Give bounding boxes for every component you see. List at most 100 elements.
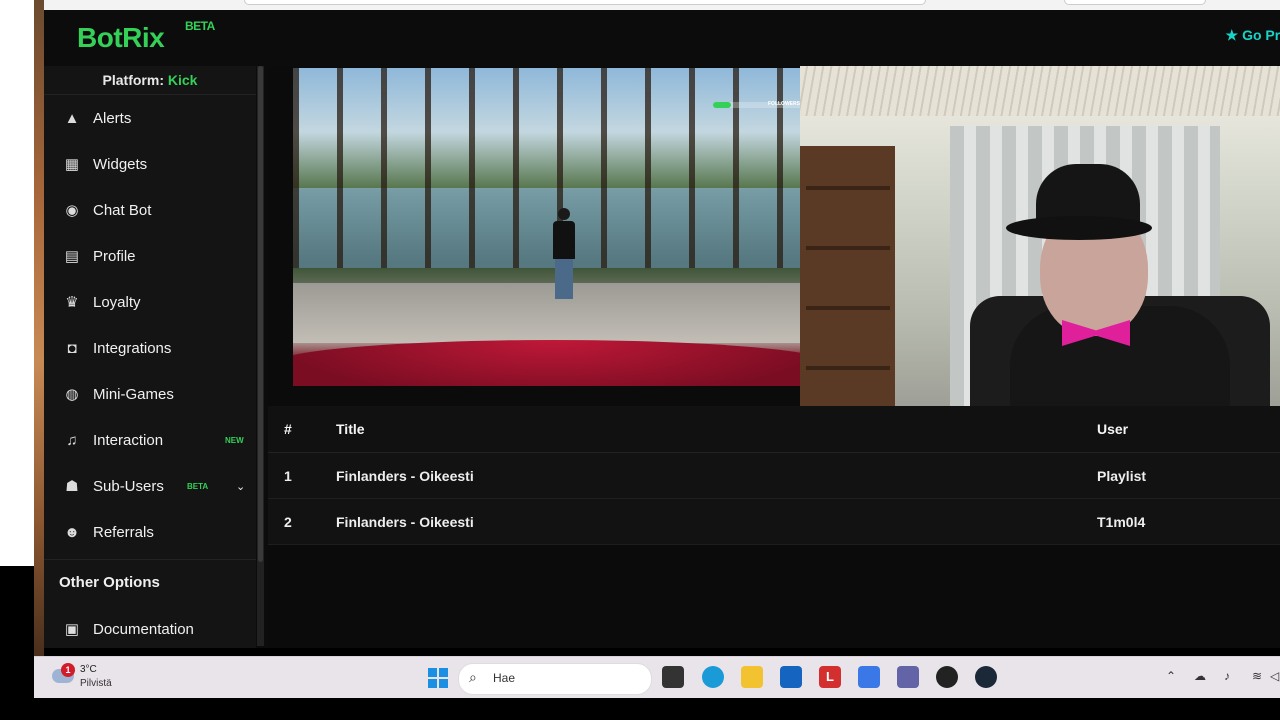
browser-address-bar[interactable] (1064, 0, 1206, 5)
table-row[interactable]: 2 Finlanders - Oikeesti T1m0l4 (268, 499, 1280, 545)
user-group-icon: ☻ (64, 523, 80, 541)
webcam-hat-brim (1006, 216, 1152, 240)
weather-description: Pilvistä (80, 678, 112, 689)
row-index: 1 (284, 468, 292, 484)
go-premium-button[interactable]: ★Go Pre (1226, 27, 1280, 44)
taskbar-search-box[interactable]: ⌕ Hae (458, 663, 652, 695)
stream-video-preview[interactable]: FOLLOWERS (293, 68, 800, 386)
row-title: Finlanders - Oikeesti (336, 468, 474, 484)
steam-icon[interactable] (975, 666, 997, 688)
book-icon: ▣ (64, 621, 80, 638)
microphone-icon[interactable]: ♪ (1224, 669, 1230, 683)
grid-icon: ▦ (64, 156, 80, 173)
sidebar-item-mini-games[interactable]: ◍ Mini-Games (44, 371, 256, 417)
video-person (551, 208, 577, 299)
file-explorer-icon[interactable] (741, 666, 763, 688)
sidebar-item-chat-bot[interactable]: ◉ Chat Bot (44, 187, 256, 233)
sidebar: Platform: Kick ▲ Alerts ▦ Widgets ◉ Chat… (44, 66, 256, 648)
background-window (0, 0, 34, 566)
go-premium-label: Go Pre (1242, 27, 1280, 43)
weather-temperature: 3°C (80, 664, 97, 675)
trophy-icon: ♛ (65, 294, 79, 311)
chat-bubble-icon: ◘ (67, 339, 77, 357)
row-index: 2 (284, 514, 292, 530)
weather-widget[interactable]: 1 3°C Pilvistä (52, 663, 132, 695)
gamepad-icon: ◍ (65, 386, 79, 403)
sidebar-item-loyalty[interactable]: ♛ Loyalty (44, 279, 256, 325)
windows-start-icon[interactable] (428, 668, 448, 688)
background-window-dark (0, 566, 34, 656)
speaker-icon[interactable]: ◁ (1270, 669, 1279, 683)
sidebar-item-label: Profile (93, 247, 136, 265)
sidebar-item-integrations[interactable]: ◘ Integrations (44, 325, 256, 371)
weather-alert-badge: 1 (61, 663, 75, 677)
windows-taskbar: 1 3°C Pilvistä ⌕ Hae L ⌃ ☁ ♪ ≋ ◁ (34, 656, 1280, 699)
video-road (293, 283, 800, 343)
webcam-shelf (800, 146, 895, 422)
sidebar-item-label: Widgets (93, 155, 148, 173)
webcam-feed (800, 66, 1280, 422)
sidebar-item-label: Alerts (93, 109, 132, 127)
sidebar-scrollbar-thumb[interactable] (258, 66, 263, 562)
sidebar-item-alerts[interactable]: ▲ Alerts (44, 95, 256, 141)
teams-icon[interactable] (897, 666, 919, 688)
sidebar-item-label: Documentation (93, 620, 194, 638)
task-view-icon[interactable] (662, 666, 684, 688)
followers-goal-bar: FOLLOWERS (713, 101, 800, 108)
microsoft-store-icon[interactable] (780, 666, 802, 688)
column-header-user[interactable]: User (1097, 406, 1128, 452)
top-bar: BotRix BETA ★Go Pre (44, 10, 1280, 66)
new-badge: NEW (225, 435, 244, 445)
logo-beta-badge: BETA (185, 19, 215, 33)
browser-tab[interactable] (244, 0, 926, 5)
column-header-index: # (284, 421, 292, 437)
sidebar-item-label: Referrals (93, 523, 154, 541)
song-queue-table: # Title User 1 Finlanders - Oikeesti Pla… (268, 406, 1280, 545)
edge-browser-icon[interactable] (702, 666, 724, 688)
sidebar-item-label: Loyalty (93, 293, 141, 311)
logo-text: BotRix (77, 22, 165, 53)
botrix-logo[interactable]: BotRix BETA (77, 19, 215, 54)
sidebar-item-label: Interaction (93, 431, 164, 449)
search-icon: ⌕ (469, 669, 477, 685)
sidebar-item-label: Chat Bot (93, 201, 152, 219)
sidebar-item-documentation[interactable]: ▣ Documentation (44, 606, 256, 648)
sidebar-item-interaction[interactable]: ♫ Interaction NEW (44, 417, 256, 463)
sidebar-item-profile[interactable]: ▤ Profile (44, 233, 256, 279)
sidebar-item-widgets[interactable]: ▦ Widgets (44, 141, 256, 187)
network-cloud-icon[interactable]: ☁ (1194, 669, 1206, 683)
outlook-icon[interactable] (858, 666, 880, 688)
main-content: FOLLOWERS # Title User 1 Finlanders - Oi… (268, 66, 1280, 648)
platform-label: Platform: (102, 72, 164, 88)
wifi-icon[interactable]: ≋ (1252, 669, 1262, 683)
followers-goal-fill (713, 102, 731, 108)
sidebar-item-referrals[interactable]: ☻ Referrals (44, 509, 256, 555)
table-row[interactable]: 1 Finlanders - Oikeesti Playlist (268, 453, 1280, 499)
platform-value: Kick (167, 72, 198, 88)
star-icon: ★ (1225, 27, 1239, 43)
video-trees (293, 68, 800, 268)
sidebar-item-label: Mini-Games (93, 385, 174, 403)
table-header: # Title User (268, 406, 1280, 453)
users-icon: ☗ (65, 478, 79, 495)
chevron-down-icon[interactable]: ⌄ (236, 480, 245, 493)
music-note-icon: ♫ (66, 431, 78, 449)
sidebar-item-sub-users[interactable]: ☗ Sub-Users BETA ⌄ (44, 463, 256, 509)
beta-badge: BETA (187, 481, 209, 491)
sidebar-scrollbar[interactable] (257, 66, 264, 646)
video-car-hood (293, 340, 800, 386)
warning-icon: ▲ (64, 109, 80, 127)
screen-bottom-bar (0, 698, 1280, 720)
sidebar-item-label: Integrations (93, 339, 172, 357)
row-user: T1m0l4 (1097, 514, 1146, 530)
robot-icon: ◉ (65, 202, 79, 219)
obs-icon[interactable] (936, 666, 958, 688)
platform-indicator: Platform: Kick (44, 66, 256, 95)
column-header-title[interactable]: Title (336, 406, 365, 452)
other-options-heading: Other Options (44, 559, 256, 606)
chevron-up-icon[interactable]: ⌃ (1166, 669, 1176, 683)
app-l-icon[interactable]: L (819, 666, 841, 688)
followers-goal-label: FOLLOWERS (768, 101, 800, 107)
search-placeholder: Hae (493, 671, 516, 685)
row-title: Finlanders - Oikeesti (336, 514, 474, 530)
